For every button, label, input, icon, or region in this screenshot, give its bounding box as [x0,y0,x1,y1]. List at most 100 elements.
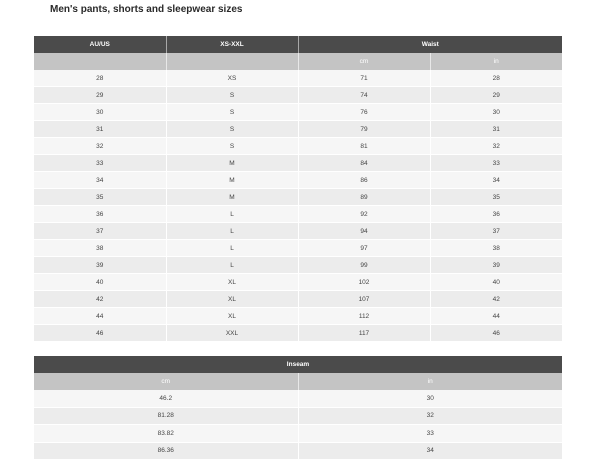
cell-au-us-size: 32 [34,137,166,155]
cell-letter-size: S [165,120,298,138]
cell-letter-size: S [165,103,298,121]
cell-letter-size: S [165,137,298,155]
cell-waist-cm: 86 [297,171,430,189]
cell-waist-in: 29 [429,86,562,104]
cell-waist-cm: 117 [297,324,430,342]
table-row: 40 XL 102 40 [34,273,562,291]
table-row: 33 M 84 33 [34,154,562,172]
cell-au-us-size: 42 [34,290,166,308]
table-row: 44 XL 112 44 [34,307,562,325]
waist-table-body: 28 XS 71 28 29 S 74 29 30 S 76 30 31 S 79 31 32 S 81 32 33 M 8… [34,70,562,342]
cell-waist-cm: 76 [297,103,430,121]
inseam-table-header-row: Inseam [34,356,562,373]
cell-waist-cm: 84 [297,154,430,172]
subheader-waist-in: in [429,53,562,70]
cell-letter-size: M [165,171,298,189]
cell-inseam-cm: 83.82 [34,424,298,443]
table-row: 31 S 79 31 [34,120,562,138]
cell-au-us-size: 38 [34,239,166,257]
cell-letter-size: XL [165,290,298,308]
waist-size-table: AU/US XS-XXL Waist cm in 28 XS 71 28 29 S 74 29… [34,36,562,342]
cell-waist-cm: 102 [297,273,430,291]
table-row: 36 L 92 36 [34,205,562,223]
table-row: 34 M 86 34 [34,171,562,189]
cell-waist-in: 36 [429,205,562,223]
cell-waist-in: 37 [429,222,562,240]
cell-letter-size: L [165,256,298,274]
cell-au-us-size: 44 [34,307,166,325]
waist-table-subheader-row: cm in [34,53,562,70]
cell-waist-cm: 71 [297,70,430,87]
cell-au-us-size: 46 [34,324,166,342]
table-row: 83.82 33 [34,424,562,443]
table-row: 29 S 74 29 [34,86,562,104]
cell-letter-size: M [165,154,298,172]
cell-waist-cm: 99 [297,256,430,274]
cell-waist-in: 46 [429,324,562,342]
cell-waist-cm: 81 [297,137,430,155]
page-title: Men's pants, shorts and sleepwear sizes [50,4,243,15]
cell-au-us-size: 34 [34,171,166,189]
cell-letter-size: L [165,239,298,257]
cell-inseam-in: 32 [297,407,562,425]
subheader-empty-size [165,53,298,70]
subheader-inseam-in: in [297,373,562,390]
cell-waist-cm: 74 [297,86,430,104]
cell-au-us-size: 33 [34,154,166,172]
cell-au-us-size: 40 [34,273,166,291]
cell-waist-in: 31 [429,120,562,138]
cell-waist-in: 30 [429,103,562,121]
cell-waist-in: 28 [429,70,562,87]
cell-inseam-in: 33 [297,424,562,443]
cell-waist-in: 44 [429,307,562,325]
waist-table-header-row: AU/US XS-XXL Waist [34,36,562,53]
table-row: 35 M 89 35 [34,188,562,206]
subheader-waist-cm: cm [297,53,430,70]
cell-au-us-size: 37 [34,222,166,240]
cell-au-us-size: 29 [34,86,166,104]
cell-inseam-cm: 46.2 [34,390,298,408]
cell-inseam-cm: 86.36 [34,442,298,460]
cell-au-us-size: 28 [34,70,166,87]
cell-letter-size: L [165,205,298,223]
cell-waist-in: 42 [429,290,562,308]
cell-waist-cm: 94 [297,222,430,240]
table-row: 32 S 81 32 [34,137,562,155]
table-row: 86.36 34 [34,442,562,460]
header-size-range: XS-XXL [165,36,298,53]
table-row: 30 S 76 30 [34,103,562,121]
subheader-empty-au-us [34,53,166,70]
table-row: 38 L 97 38 [34,239,562,257]
cell-letter-size: M [165,188,298,206]
cell-inseam-in: 30 [297,390,562,408]
cell-letter-size: XL [165,273,298,291]
inseam-table-body: 46.2 30 81.28 32 83.82 33 86.36 34 [34,390,562,460]
cell-letter-size: XL [165,307,298,325]
table-row: 81.28 32 [34,407,562,425]
inseam-size-table: Inseam cm in 46.2 30 81.28 32 83.82 33 86.36 34 [34,356,562,460]
subheader-inseam-cm: cm [34,373,298,390]
cell-waist-in: 34 [429,171,562,189]
table-row: 46.2 30 [34,390,562,408]
cell-au-us-size: 36 [34,205,166,223]
header-au-us: AU/US [34,36,166,53]
cell-letter-size: S [165,86,298,104]
inseam-table-subheader-row: cm in [34,373,562,390]
cell-waist-cm: 79 [297,120,430,138]
header-inseam: Inseam [34,356,562,373]
table-row: 37 L 94 37 [34,222,562,240]
cell-waist-in: 38 [429,239,562,257]
cell-waist-in: 39 [429,256,562,274]
cell-au-us-size: 31 [34,120,166,138]
cell-waist-cm: 89 [297,188,430,206]
cell-au-us-size: 35 [34,188,166,206]
table-row: 46 XXL 117 46 [34,324,562,342]
cell-waist-cm: 107 [297,290,430,308]
table-row: 28 XS 71 28 [34,70,562,87]
cell-waist-cm: 92 [297,205,430,223]
cell-waist-in: 32 [429,137,562,155]
cell-inseam-cm: 81.28 [34,407,298,425]
cell-waist-cm: 97 [297,239,430,257]
cell-inseam-in: 34 [297,442,562,460]
cell-au-us-size: 39 [34,256,166,274]
